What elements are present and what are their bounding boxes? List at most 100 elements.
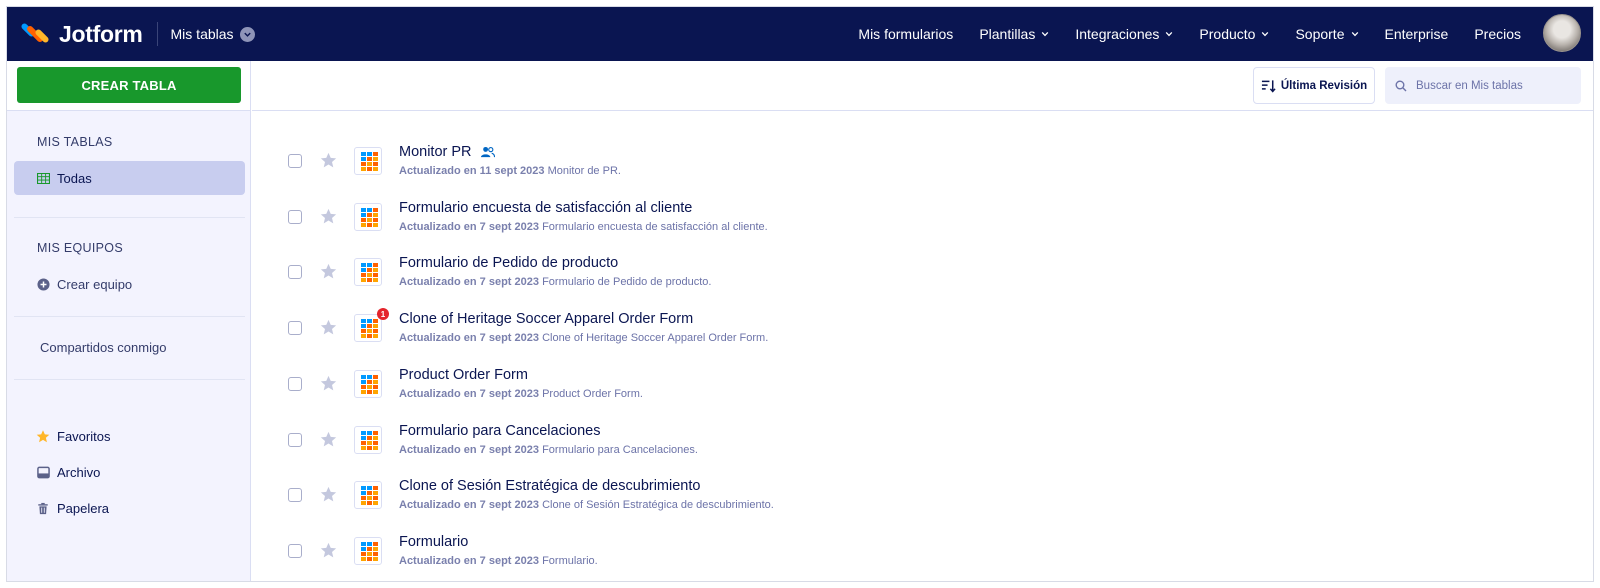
table-grid-icon: [36, 171, 50, 185]
table-subtitle: Actualizado en 7 sept 2023 Clone of Sesi…: [399, 499, 774, 511]
table-title[interactable]: Formulario: [399, 534, 468, 550]
favorite-star-icon[interactable]: [320, 431, 337, 448]
chevron-down-icon: [239, 26, 255, 42]
nav-item-producto[interactable]: Producto: [1199, 26, 1269, 42]
updated-date: Actualizado en 11 sept 2023: [399, 165, 545, 177]
row-checkbox[interactable]: [288, 432, 302, 447]
table-title[interactable]: Formulario encuesta de satisfacción al c…: [399, 200, 692, 216]
table-subtitle: Actualizado en 7 sept 2023 Formulario en…: [399, 221, 768, 233]
table-title[interactable]: Product Order Form: [399, 367, 528, 383]
table-subtitle: Actualizado en 7 sept 2023 Formulario pa…: [399, 444, 698, 456]
nav-item-precios[interactable]: Precios: [1474, 26, 1521, 42]
sidebar-item-all[interactable]: Todas: [14, 161, 245, 195]
my-teams-heading: MIS EQUIPOS: [37, 241, 123, 255]
table-title[interactable]: Clone of Heritage Soccer Apparel Order F…: [399, 311, 693, 327]
search-input[interactable]: [1416, 79, 1576, 92]
chevron-down-icon: [1351, 31, 1358, 37]
favorite-star-icon[interactable]: [320, 486, 337, 503]
plus-circle-icon: [36, 277, 50, 291]
sidebar-item-label: Crear equipo: [57, 276, 133, 292]
my-tables-heading: MIS TABLAS: [37, 135, 113, 149]
nav-item-label: Precios: [1474, 26, 1521, 42]
table-title-text: Product Order Form: [399, 366, 528, 383]
table-title[interactable]: Monitor PR: [399, 144, 495, 160]
row-checkbox[interactable]: [288, 209, 302, 224]
table-icon[interactable]: [354, 258, 382, 287]
notification-badge: 1: [377, 308, 389, 321]
table-description: Clone of Sesión Estratégica de descubrim…: [542, 499, 774, 512]
table-row[interactable]: 1 Clone of Heritage Soccer Apparel Order …: [252, 304, 1593, 360]
table-title[interactable]: Formulario para Cancelaciones: [399, 423, 601, 439]
table-row[interactable]: Product Order Form Actualizado en 7 sept …: [252, 360, 1593, 416]
nav-item-label: Mis formularios: [858, 26, 954, 42]
user-avatar[interactable]: [1543, 14, 1581, 52]
favorite-star-icon[interactable]: [320, 542, 337, 559]
row-checkbox[interactable]: [288, 265, 302, 280]
favorite-star-icon[interactable]: [320, 208, 337, 225]
table-subtitle: Actualizado en 11 sept 2023 Monitor de P…: [399, 165, 621, 177]
sidebar-divider: [14, 379, 245, 380]
nav-item-enterprise[interactable]: Enterprise: [1385, 26, 1449, 42]
table-row[interactable]: Monitor PR Actualizado en 11 sept 2023 Mo…: [252, 137, 1593, 193]
table-title[interactable]: Clone of Sesión Estratégica de descubrim…: [399, 478, 700, 494]
sidebar-divider: [14, 316, 245, 317]
sidebar-item-archive[interactable]: Archivo: [14, 455, 245, 489]
sidebar-item-shared-with-me[interactable]: Compartidos conmigo: [40, 340, 166, 355]
jotform-logo-icon: [20, 20, 50, 48]
main-nav: Mis formularios Plantillas Integraciones Pr…: [832, 7, 1521, 61]
sort-button[interactable]: Última Revisión: [1253, 67, 1375, 104]
favorite-star-icon[interactable]: [320, 152, 337, 169]
nav-item-soporte[interactable]: Soporte: [1295, 26, 1358, 42]
sidebar-item-favorites[interactable]: Favoritos: [14, 419, 245, 453]
table-row[interactable]: Formulario Actualizado en 7 sept 2023 For…: [252, 527, 1593, 581]
table-description: Formulario de Pedido de producto.: [542, 276, 712, 289]
nav-item-label: Integraciones: [1075, 26, 1160, 42]
updated-date: Actualizado en 7 sept 2023: [399, 387, 539, 400]
row-checkbox[interactable]: [288, 488, 302, 503]
favorite-star-icon[interactable]: [320, 319, 337, 336]
table-description: Formulario.: [542, 554, 598, 567]
nav-item-integraciones[interactable]: Integraciones: [1075, 26, 1173, 42]
table-title-text: Clone of Heritage Soccer Apparel Order F…: [399, 311, 694, 328]
table-icon[interactable]: [354, 536, 382, 565]
table-row[interactable]: Formulario encuesta de satisfacción al c…: [252, 193, 1593, 249]
table-description: Monitor de PR.: [547, 165, 621, 177]
create-table-button[interactable]: CREAR TABLA: [17, 67, 241, 103]
jotform-logo[interactable]: Jotform: [20, 20, 143, 48]
nav-item-plantillas[interactable]: Plantillas: [979, 26, 1049, 42]
search-box: [1385, 67, 1581, 104]
table-row[interactable]: Clone of Sesión Estratégica de descubrim…: [252, 471, 1593, 527]
row-checkbox[interactable]: [288, 376, 302, 391]
table-subtitle: Actualizado en 7 sept 2023 Product Order…: [399, 388, 643, 400]
table-title-text: Monitor PR: [399, 144, 472, 160]
sidebar-item-label: Todas: [57, 170, 92, 186]
app-window: Jotform Mis tablas Mis formularios Planti…: [6, 6, 1594, 582]
sidebar-item-label: Archivo: [57, 464, 101, 480]
nav-item-mis-formularios[interactable]: Mis formularios: [858, 26, 953, 42]
sidebar-item-create-team[interactable]: Crear equipo: [14, 267, 245, 301]
trash-icon: [36, 501, 50, 515]
table-subtitle: Actualizado en 7 sept 2023 Clone of Heri…: [399, 332, 768, 344]
table-row[interactable]: Formulario para Cancelaciones Actualizado…: [252, 416, 1593, 472]
chevron-down-icon: [1042, 31, 1049, 37]
table-row[interactable]: Formulario de Pedido de producto Actualiz…: [252, 248, 1593, 304]
sidebar-item-trash[interactable]: Papelera: [14, 491, 245, 525]
favorite-star-icon[interactable]: [320, 375, 337, 392]
table-icon[interactable]: [354, 369, 382, 398]
table-title[interactable]: Formulario de Pedido de producto: [399, 255, 618, 271]
table-icon[interactable]: [354, 147, 382, 175]
favorite-star-icon[interactable]: [320, 263, 337, 280]
table-icon[interactable]: [354, 202, 382, 231]
updated-date: Actualizado en 7 sept 2023: [399, 220, 539, 233]
section-switcher[interactable]: Mis tablas: [171, 26, 255, 42]
sort-button-label: Última Revisión: [1280, 79, 1368, 92]
table-icon[interactable]: [354, 425, 382, 454]
table-icon[interactable]: [354, 481, 382, 510]
archive-icon: [36, 465, 50, 479]
row-checkbox[interactable]: [288, 543, 302, 558]
table-description: Product Order Form.: [542, 387, 643, 400]
row-checkbox[interactable]: [288, 154, 302, 168]
chevron-down-icon: [1166, 31, 1173, 37]
updated-date: Actualizado en 7 sept 2023: [399, 276, 539, 289]
row-checkbox[interactable]: [288, 321, 302, 336]
